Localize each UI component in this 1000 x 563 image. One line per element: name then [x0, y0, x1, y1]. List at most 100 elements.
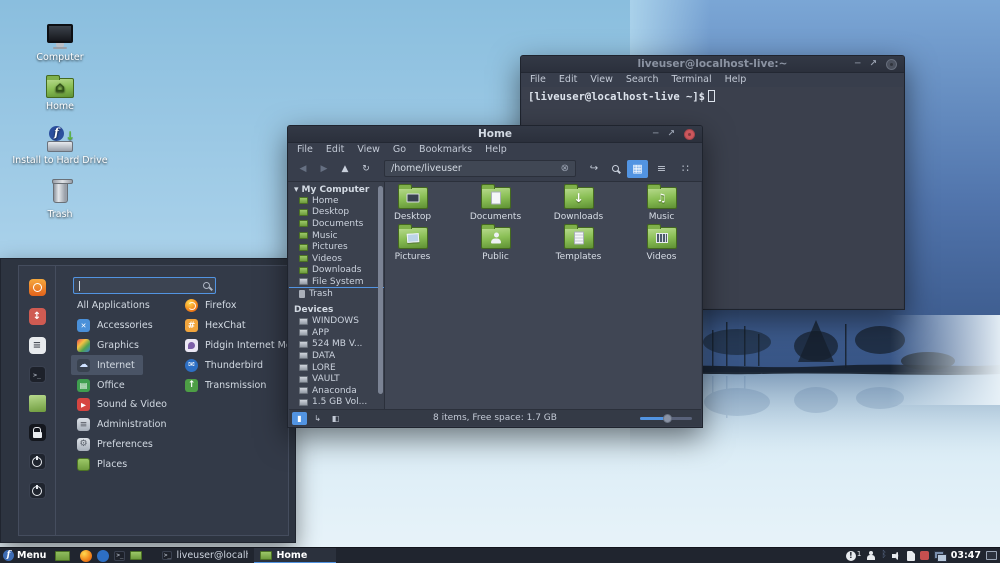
clock[interactable]: 03:47	[951, 550, 981, 561]
forward-icon[interactable]: ▶	[315, 164, 333, 174]
zoom-slider[interactable]	[640, 414, 692, 423]
network-icon[interactable]	[933, 550, 947, 562]
folder-videos[interactable]: Videos	[620, 222, 701, 262]
sidebar-device-lore[interactable]: LORE	[289, 362, 384, 374]
app-pidgin[interactable]: Pidgin Internet Messenger	[179, 336, 329, 356]
desktop-icon-trash[interactable]: Trash	[12, 179, 108, 220]
shutdown-icon[interactable]	[28, 482, 46, 499]
fm-titlebar[interactable]: Home ─ ↗	[288, 126, 702, 143]
terminal-launcher-icon[interactable]: >_	[114, 550, 126, 561]
lock-screen-icon[interactable]	[28, 424, 46, 441]
back-icon[interactable]: ◀	[294, 164, 312, 174]
bluetooth-icon[interactable]: ᛒ	[881, 551, 886, 560]
clipboard-icon[interactable]	[906, 550, 915, 561]
menu-view[interactable]: View	[357, 144, 380, 155]
terminal-titlebar[interactable]: liveuser@localhost-live:~ ─ ↗	[521, 56, 904, 73]
menu-terminal[interactable]: Terminal	[672, 74, 712, 85]
icon-view-button[interactable]: ▦	[627, 159, 648, 178]
zoom-slider-knob[interactable]	[663, 414, 672, 423]
file-manager-launcher-icon[interactable]	[130, 551, 143, 560]
maximize-icon[interactable]: ↗	[667, 129, 675, 139]
sidebar-item-documents[interactable]: Documents	[289, 218, 384, 230]
minimize-icon[interactable]: ─	[653, 129, 658, 139]
desktop-icon-home[interactable]: ⌂ Home	[12, 75, 108, 112]
fedora-menu-icon[interactable]: f	[3, 550, 14, 561]
menu-file[interactable]: File	[530, 74, 546, 85]
category-preferences[interactable]: Preferences	[71, 435, 231, 455]
sidebar-item-desktop[interactable]: Desktop	[289, 207, 384, 219]
sidebar-device-15gb[interactable]: 1.5 GB Vol...	[289, 397, 384, 409]
open-in-new-tab-icon[interactable]: ↪	[585, 163, 603, 174]
desktop-icon-install[interactable]: f ↓ Install to Hard Drive	[12, 126, 108, 166]
folder-music[interactable]: ♫ Music	[620, 182, 701, 222]
firefox-launcher-icon[interactable]	[80, 549, 93, 562]
menu-help[interactable]: Help	[725, 74, 747, 85]
terminal-launcher-icon[interactable]	[28, 366, 46, 383]
list-view-button[interactable]: ≡	[651, 160, 672, 178]
menu-edit[interactable]: Edit	[559, 74, 577, 85]
app-firefox[interactable]: Firefox	[179, 296, 297, 316]
web-browser-icon[interactable]	[28, 279, 46, 296]
menu-search-input[interactable]	[73, 277, 216, 294]
show-desktop-icon[interactable]	[986, 551, 997, 560]
search-icon[interactable]	[606, 165, 624, 172]
close-icon[interactable]	[684, 128, 695, 140]
sidebar-item-pictures[interactable]: Pictures	[289, 241, 384, 253]
sidebar-device-data[interactable]: DATA	[289, 350, 384, 362]
thunderbird-launcher-icon[interactable]	[97, 549, 110, 562]
menu-edit[interactable]: Edit	[326, 144, 344, 155]
sidebar-item-videos[interactable]: Videos	[289, 253, 384, 265]
sidebar-device-windows[interactable]: WINDOWS	[289, 315, 384, 327]
menu-bookmarks[interactable]: Bookmarks	[419, 144, 472, 155]
fm-file-area[interactable]: Desktop Documents ↓ Downloads ♫ Music Pict…	[385, 182, 701, 409]
maximize-icon[interactable]: ↗	[869, 59, 877, 69]
desktop-icon-computer[interactable]: Computer	[12, 24, 108, 63]
sidebar-item-home[interactable]: Home	[289, 195, 384, 207]
compact-view-button[interactable]: ∷	[675, 160, 696, 178]
sidebar-device-524mb[interactable]: 524 MB V...	[289, 339, 384, 351]
category-administration[interactable]: Administration	[71, 415, 231, 435]
close-icon[interactable]	[886, 58, 897, 70]
category-sound-video[interactable]: Sound & Video	[71, 395, 231, 415]
clear-path-icon[interactable]: ⊗	[561, 163, 569, 174]
sidebar-item-trash[interactable]: Trash	[289, 288, 384, 300]
menu-go[interactable]: Go	[393, 144, 406, 155]
sidebar-item-downloads[interactable]: Downloads	[289, 265, 384, 277]
folder-desktop[interactable]: Desktop	[371, 182, 454, 222]
up-icon[interactable]: ▲	[336, 164, 354, 174]
sidebar-device-vault[interactable]: VAULT	[289, 373, 384, 385]
settings-icon[interactable]	[28, 337, 46, 354]
menu-search[interactable]: Search	[626, 74, 659, 85]
sidebar-device-anaconda[interactable]: Anaconda	[289, 385, 384, 397]
app-hexchat[interactable]: HexChat	[179, 316, 297, 336]
folder-public[interactable]: Public	[454, 222, 537, 262]
menu-button[interactable]: Menu	[17, 550, 46, 561]
logout-icon[interactable]	[28, 453, 46, 470]
notification-indicator[interactable]: ! 1	[845, 550, 861, 561]
file-manager-icon[interactable]	[28, 395, 46, 412]
desktop-pager[interactable]	[55, 550, 71, 561]
app-thunderbird[interactable]: Thunderbird	[179, 355, 297, 375]
path-input[interactable]: /home/liveuser ⊗	[384, 160, 576, 177]
category-places[interactable]: Places	[71, 454, 231, 474]
menu-file[interactable]: File	[297, 144, 313, 155]
category-internet[interactable]: Internet	[71, 355, 143, 376]
software-update-tray-icon[interactable]	[919, 551, 929, 560]
folder-templates[interactable]: Templates	[537, 222, 620, 262]
task-home[interactable]: Home	[254, 547, 337, 563]
folder-pictures[interactable]: Pictures	[371, 222, 454, 262]
folder-downloads[interactable]: ↓ Downloads	[537, 182, 620, 222]
folder-documents[interactable]: Documents	[454, 182, 537, 222]
sidebar-item-file-system[interactable]: File System	[289, 276, 384, 288]
volume-icon[interactable]: )	[891, 551, 902, 560]
refresh-icon[interactable]: ↻	[357, 164, 375, 174]
software-update-icon[interactable]	[28, 308, 46, 325]
sidebar-device-app[interactable]: APP	[289, 327, 384, 339]
app-transmission[interactable]: Transmission	[179, 375, 297, 395]
menu-view[interactable]: View	[590, 74, 613, 85]
menu-help[interactable]: Help	[485, 144, 507, 155]
minimize-icon[interactable]: ─	[855, 59, 860, 69]
my-computer-header[interactable]: ▾ My Computer	[289, 182, 384, 195]
task-terminal[interactable]: >_ liveuser@localh...	[156, 548, 248, 563]
sidebar-item-music[interactable]: Music	[289, 230, 384, 242]
